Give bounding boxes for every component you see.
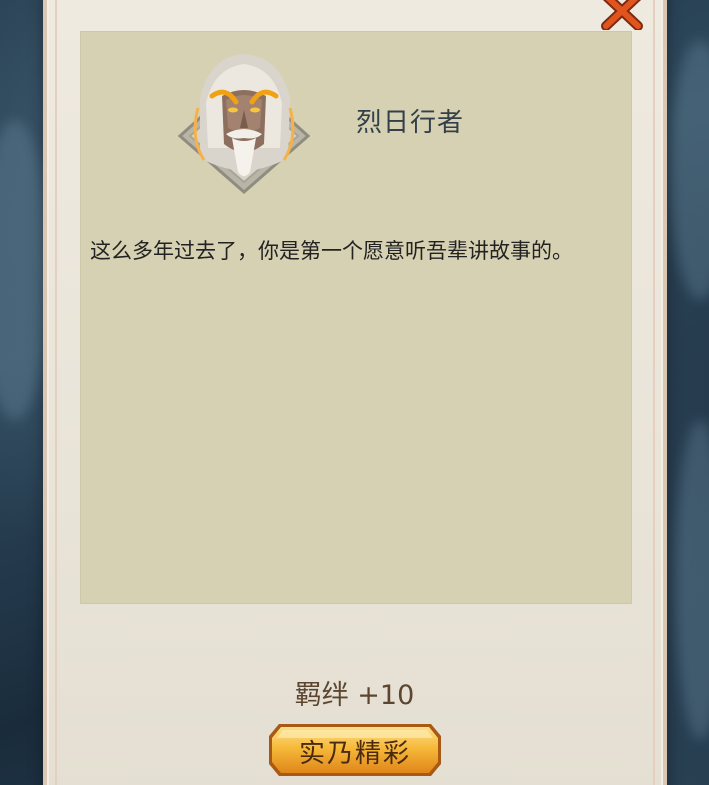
close-icon xyxy=(601,0,643,31)
speaker-name: 烈日行者 xyxy=(356,108,465,138)
reward-label: 羁绊 +10 xyxy=(294,680,415,711)
close-button[interactable] xyxy=(600,0,644,31)
confirm-button-label: 实乃精彩 xyxy=(298,739,411,769)
background-decoration xyxy=(670,40,709,300)
confirm-button[interactable]: 实乃精彩 xyxy=(265,720,445,780)
dialog-text: 这么多年过去了，你是第一个愿意听吾辈讲故事的。 xyxy=(90,239,573,263)
elder-portrait-icon xyxy=(170,48,318,194)
